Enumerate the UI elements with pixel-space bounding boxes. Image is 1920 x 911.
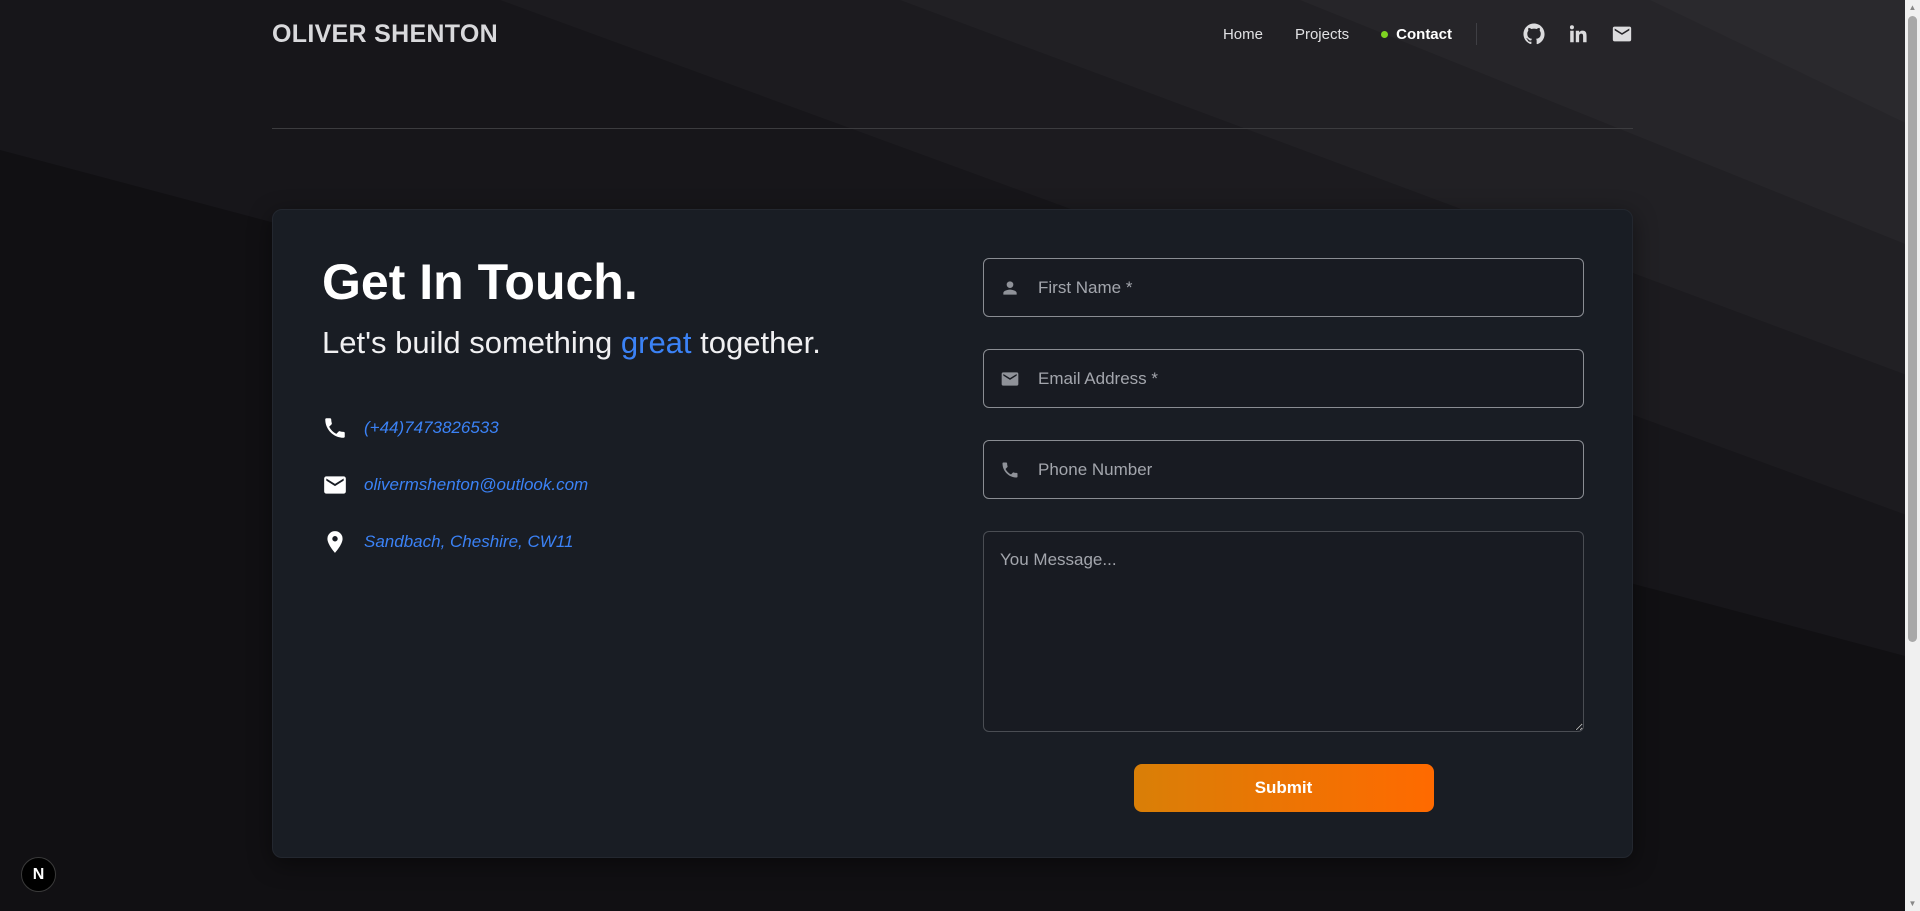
contact-form: Submit bbox=[983, 258, 1584, 812]
linkedin-icon[interactable] bbox=[1567, 23, 1589, 45]
email-link[interactable]: olivermshenton@outlook.com bbox=[364, 475, 588, 495]
brand-logo[interactable]: OLIVER SHENTON bbox=[272, 20, 498, 49]
contact-location-row: Sandbach, Cheshire, CW11 bbox=[322, 527, 922, 557]
main-nav: Home Projects Contact bbox=[1223, 20, 1633, 48]
first-name-input[interactable] bbox=[1036, 276, 1560, 299]
nav-home[interactable]: Home bbox=[1223, 26, 1263, 43]
contact-info: Get In Touch. Let's build something grea… bbox=[322, 255, 922, 584]
contact-phone-row: (+44)7473826533 bbox=[322, 413, 922, 443]
email-input[interactable] bbox=[1036, 367, 1560, 390]
nav-projects[interactable]: Projects bbox=[1295, 26, 1349, 43]
scroll-down-arrow-icon[interactable]: ▼ bbox=[1905, 896, 1920, 911]
active-indicator-dot bbox=[1381, 30, 1389, 38]
scroll-up-arrow-icon[interactable]: ▲ bbox=[1905, 0, 1920, 15]
tagline-start: Let's build something bbox=[322, 325, 621, 360]
contact-list: (+44)7473826533 olivermshenton@outlook.c… bbox=[322, 413, 922, 557]
nav-contact[interactable]: Contact bbox=[1381, 26, 1452, 43]
message-textarea[interactable] bbox=[984, 532, 1583, 731]
message-field bbox=[983, 531, 1584, 732]
phone-field bbox=[983, 440, 1584, 499]
nav-contact-label: Contact bbox=[1396, 25, 1452, 43]
contact-card: Get In Touch. Let's build something grea… bbox=[272, 209, 1633, 858]
github-icon[interactable] bbox=[1523, 23, 1545, 45]
phone-icon bbox=[325, 418, 345, 438]
page-title: Get In Touch. bbox=[322, 254, 638, 310]
page-container: OLIVER SHENTON Home Projects Contact Get… bbox=[272, 0, 1633, 858]
tagline: Let's build something great together. bbox=[322, 324, 922, 361]
phone-link[interactable]: (+44)7473826533 bbox=[364, 418, 499, 438]
first-name-field bbox=[983, 258, 1584, 317]
submit-button[interactable]: Submit bbox=[1133, 764, 1434, 812]
tagline-end: together. bbox=[691, 325, 821, 360]
nav-divider bbox=[1476, 23, 1477, 45]
tagline-accent: great bbox=[620, 325, 692, 360]
scroll-thumb[interactable] bbox=[1908, 16, 1917, 642]
site-header: OLIVER SHENTON Home Projects Contact bbox=[272, 0, 1633, 129]
email-field bbox=[983, 349, 1584, 408]
dev-tools-badge[interactable]: N bbox=[21, 857, 56, 892]
mail-icon bbox=[1001, 371, 1019, 386]
phone-icon bbox=[1002, 462, 1018, 477]
mail-icon[interactable] bbox=[1611, 23, 1633, 45]
vertical-scrollbar[interactable]: ▲ ▼ bbox=[1905, 0, 1920, 911]
email-icon bbox=[324, 476, 346, 494]
person-icon bbox=[1003, 280, 1017, 295]
location-link[interactable]: Sandbach, Cheshire, CW11 bbox=[364, 532, 573, 552]
phone-input[interactable] bbox=[1036, 458, 1560, 481]
location-pin-icon bbox=[327, 531, 343, 554]
contact-email-row: olivermshenton@outlook.com bbox=[322, 470, 922, 500]
